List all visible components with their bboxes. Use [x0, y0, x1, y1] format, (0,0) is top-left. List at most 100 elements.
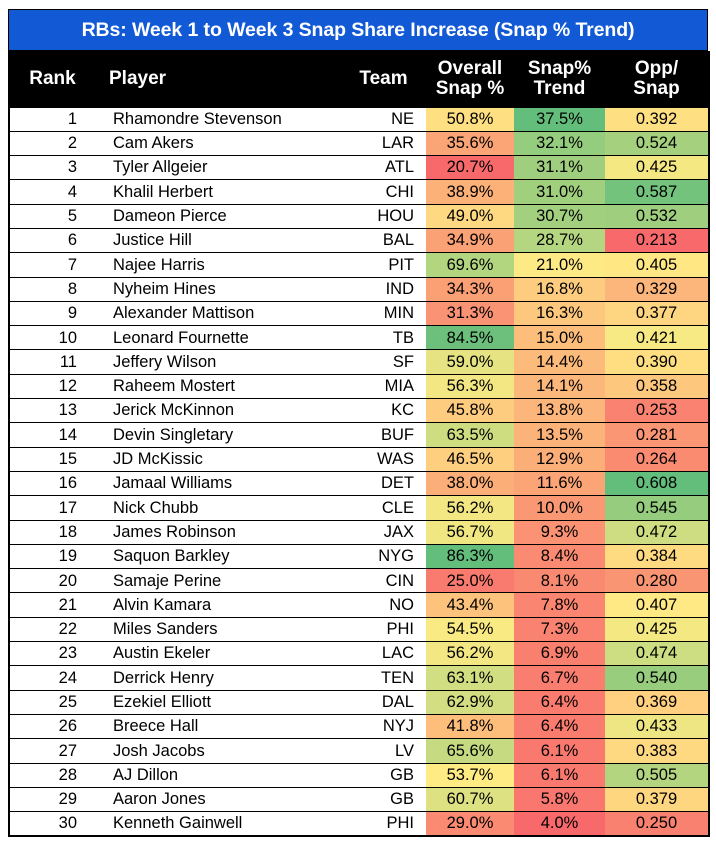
- cell-opp-snap[interactable]: 0.474: [605, 641, 709, 666]
- cell-team[interactable]: LV: [341, 738, 426, 764]
- cell-snap-trend[interactable]: 4.0%: [514, 811, 605, 836]
- cell-player-name[interactable]: Miles Sanders: [95, 616, 341, 642]
- cell-snap-trend[interactable]: 31.1%: [514, 155, 605, 180]
- cell-opp-snap[interactable]: 0.358: [605, 373, 709, 399]
- cell-opp-snap[interactable]: 0.377: [605, 300, 709, 326]
- table-row[interactable]: 2 Cam Akers LAR 35.6% 32.1% 0.524: [9, 130, 709, 156]
- cell-snap-trend[interactable]: 8.1%: [514, 568, 605, 593]
- table-row[interactable]: 1 Rhamondre Stevenson NE 50.8% 37.5% 0.392: [9, 106, 709, 132]
- cell-opp-snap[interactable]: 0.545: [605, 495, 709, 521]
- cell-overall-snap[interactable]: 41.8%: [426, 713, 514, 739]
- table-row[interactable]: 24 Derrick Henry TEN 63.1% 6.7% 0.540: [9, 665, 709, 691]
- column-header-team[interactable]: Team: [341, 51, 426, 107]
- cell-player-name[interactable]: Rhamondre Stevenson: [95, 106, 341, 132]
- cell-overall-snap[interactable]: 31.3%: [426, 300, 514, 326]
- cell-team[interactable]: JAX: [341, 519, 426, 545]
- table-row[interactable]: 21 Alvin Kamara NO 43.4% 7.8% 0.407: [9, 592, 709, 618]
- cell-opp-snap[interactable]: 0.407: [605, 592, 709, 618]
- cell-team[interactable]: TB: [341, 325, 426, 350]
- cell-team[interactable]: GB: [341, 762, 426, 788]
- cell-snap-trend[interactable]: 13.8%: [514, 398, 605, 423]
- cell-team[interactable]: MIA: [341, 373, 426, 399]
- cell-rank[interactable]: 20: [9, 568, 95, 593]
- cell-opp-snap[interactable]: 0.433: [605, 713, 709, 739]
- cell-overall-snap[interactable]: 63.5%: [426, 422, 514, 448]
- column-header-player[interactable]: Player: [95, 51, 341, 107]
- cell-rank[interactable]: 10: [9, 325, 95, 350]
- cell-snap-trend[interactable]: 6.1%: [514, 738, 605, 764]
- cell-team[interactable]: BAL: [341, 227, 426, 253]
- cell-team[interactable]: KC: [341, 398, 426, 423]
- cell-snap-trend[interactable]: 30.7%: [514, 203, 605, 229]
- cell-rank[interactable]: 24: [9, 665, 95, 691]
- cell-snap-trend[interactable]: 8.4%: [514, 543, 605, 569]
- cell-player-name[interactable]: Jerick McKinnon: [95, 398, 341, 423]
- column-header-rank[interactable]: Rank: [9, 51, 95, 107]
- cell-snap-trend[interactable]: 31.0%: [514, 179, 605, 205]
- cell-overall-snap[interactable]: 38.0%: [426, 470, 514, 496]
- cell-snap-trend[interactable]: 21.0%: [514, 252, 605, 278]
- cell-overall-snap[interactable]: 56.2%: [426, 495, 514, 521]
- table-row[interactable]: 26 Breece Hall NYJ 41.8% 6.4% 0.433: [9, 713, 709, 739]
- cell-overall-snap[interactable]: 86.3%: [426, 543, 514, 569]
- cell-overall-snap[interactable]: 62.9%: [426, 689, 514, 715]
- cell-player-name[interactable]: Aaron Jones: [95, 786, 341, 812]
- cell-opp-snap[interactable]: 0.379: [605, 786, 709, 812]
- cell-rank[interactable]: 2: [9, 130, 95, 156]
- cell-overall-snap[interactable]: 54.5%: [426, 616, 514, 642]
- cell-overall-snap[interactable]: 56.2%: [426, 641, 514, 666]
- table-row[interactable]: 27 Josh Jacobs LV 65.6% 6.1% 0.383: [9, 738, 709, 764]
- cell-rank[interactable]: 27: [9, 738, 95, 764]
- cell-rank[interactable]: 14: [9, 422, 95, 448]
- table-row[interactable]: 29 Aaron Jones GB 60.7% 5.8% 0.379: [9, 786, 709, 812]
- cell-team[interactable]: BUF: [341, 422, 426, 448]
- cell-player-name[interactable]: James Robinson: [95, 519, 341, 545]
- cell-opp-snap[interactable]: 0.587: [605, 179, 709, 205]
- cell-team[interactable]: IND: [341, 276, 426, 302]
- cell-rank[interactable]: 8: [9, 276, 95, 302]
- cell-team[interactable]: HOU: [341, 203, 426, 229]
- cell-rank[interactable]: 30: [9, 811, 95, 836]
- table-row[interactable]: 30 Kenneth Gainwell PHI 29.0% 4.0% 0.250: [9, 811, 709, 836]
- cell-opp-snap[interactable]: 0.250: [605, 811, 709, 836]
- cell-opp-snap[interactable]: 0.329: [605, 276, 709, 302]
- column-header-opp-snap[interactable]: Opp/Snap: [605, 51, 709, 107]
- cell-overall-snap[interactable]: 69.6%: [426, 252, 514, 278]
- cell-player-name[interactable]: Raheem Mostert: [95, 373, 341, 399]
- cell-snap-trend[interactable]: 14.1%: [514, 373, 605, 399]
- cell-rank[interactable]: 29: [9, 786, 95, 812]
- cell-player-name[interactable]: Najee Harris: [95, 252, 341, 278]
- cell-player-name[interactable]: Devin Singletary: [95, 422, 341, 448]
- cell-rank[interactable]: 9: [9, 300, 95, 326]
- cell-rank[interactable]: 4: [9, 179, 95, 205]
- cell-rank[interactable]: 19: [9, 543, 95, 569]
- cell-overall-snap[interactable]: 38.9%: [426, 179, 514, 205]
- cell-snap-trend[interactable]: 6.9%: [514, 641, 605, 666]
- cell-opp-snap[interactable]: 0.608: [605, 470, 709, 496]
- cell-rank[interactable]: 21: [9, 592, 95, 618]
- cell-rank[interactable]: 11: [9, 349, 95, 375]
- table-row[interactable]: 19 Saquon Barkley NYG 86.3% 8.4% 0.384: [9, 543, 709, 569]
- cell-overall-snap[interactable]: 65.6%: [426, 738, 514, 764]
- cell-overall-snap[interactable]: 46.5%: [426, 446, 514, 472]
- table-row[interactable]: 12 Raheem Mostert MIA 56.3% 14.1% 0.358: [9, 373, 709, 399]
- table-row[interactable]: 28 AJ Dillon GB 53.7% 6.1% 0.505: [9, 762, 709, 788]
- cell-opp-snap[interactable]: 0.281: [605, 422, 709, 448]
- cell-team[interactable]: MIN: [341, 300, 426, 326]
- cell-rank[interactable]: 3: [9, 155, 95, 180]
- cell-rank[interactable]: 7: [9, 252, 95, 278]
- cell-opp-snap[interactable]: 0.253: [605, 398, 709, 423]
- cell-overall-snap[interactable]: 34.9%: [426, 227, 514, 253]
- cell-opp-snap[interactable]: 0.383: [605, 738, 709, 764]
- table-row[interactable]: 18 James Robinson JAX 56.7% 9.3% 0.472: [9, 519, 709, 545]
- cell-snap-trend[interactable]: 7.8%: [514, 592, 605, 618]
- table-row[interactable]: 25 Ezekiel Elliott DAL 62.9% 6.4% 0.369: [9, 689, 709, 715]
- cell-opp-snap[interactable]: 0.392: [605, 106, 709, 132]
- cell-snap-trend[interactable]: 6.7%: [514, 665, 605, 691]
- cell-opp-snap[interactable]: 0.532: [605, 203, 709, 229]
- cell-snap-trend[interactable]: 6.4%: [514, 713, 605, 739]
- cell-opp-snap[interactable]: 0.264: [605, 446, 709, 472]
- cell-player-name[interactable]: Ezekiel Elliott: [95, 689, 341, 715]
- table-row[interactable]: 22 Miles Sanders PHI 54.5% 7.3% 0.425: [9, 616, 709, 642]
- cell-snap-trend[interactable]: 37.5%: [514, 106, 605, 132]
